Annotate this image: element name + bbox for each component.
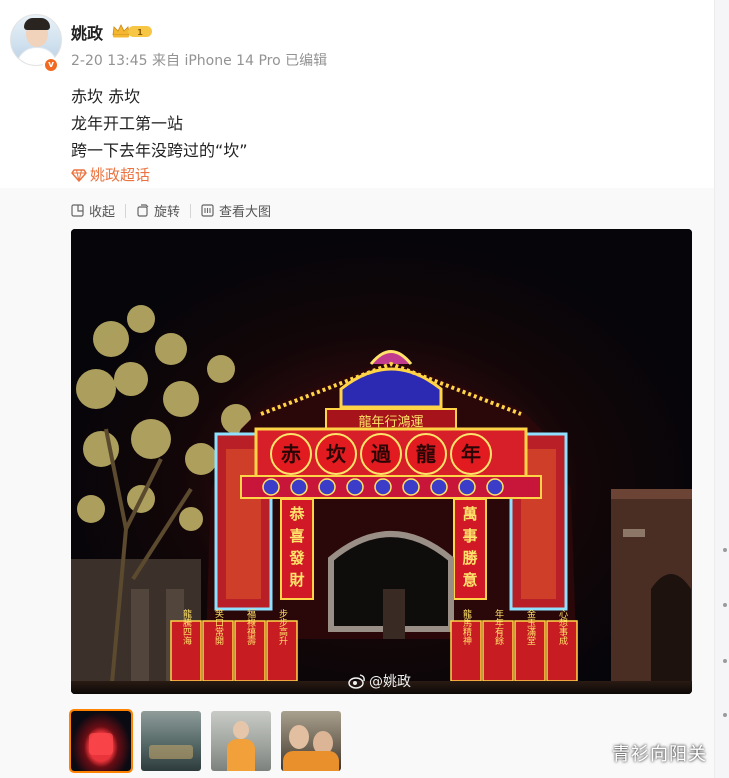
thumbnail-shape — [149, 745, 193, 759]
corner-watermark-text: 青衫向阳关 — [612, 744, 707, 765]
watermark-text: @姚政 — [369, 674, 411, 690]
post-text-line-2: 龙年开工第一站 — [71, 114, 184, 133]
sign-left-char-2: 喜 — [289, 527, 304, 545]
thumbnail-person-body — [227, 739, 255, 771]
view-large-button[interactable]: 查看大图 — [201, 201, 271, 220]
view-large-label: 查看大图 — [219, 205, 272, 220]
photo-watermark: @姚政 — [348, 671, 411, 691]
scroll-marker — [723, 713, 727, 717]
post-photo[interactable]: 龍年行鴻運 赤 坎 過 龍 年 恭 喜 發 財 萬 事 勝 意 龍騰四海 笑口常… — [71, 229, 692, 694]
post-text-line-3: 跨一下去年没跨过的“坎” — [71, 141, 248, 160]
sign-main-char-5: 年 — [461, 442, 481, 466]
thumbnail-person-head — [289, 725, 309, 749]
collapse-label: 收起 — [89, 205, 116, 220]
panel-left-2: 笑口常開 — [213, 608, 224, 646]
night-gate-illustration: 龍年行鴻運 赤 坎 過 龍 年 恭 喜 發 財 萬 事 勝 意 龍騰四海 笑口常… — [71, 229, 692, 694]
sign-right-char-3: 勝 — [462, 549, 478, 567]
panel-left-1: 龍騰四海 — [181, 608, 192, 646]
thumbnail-gate-shape — [89, 733, 113, 755]
view-large-icon — [201, 204, 214, 217]
thumbnail-person-head — [233, 721, 249, 739]
right-scrollbar[interactable] — [714, 0, 729, 778]
scroll-marker — [723, 548, 727, 552]
topic-label: 姚政超话 — [90, 166, 151, 184]
sign-left-char-4: 財 — [288, 571, 304, 589]
panel-right-4: 心想事成 — [557, 609, 568, 646]
sign-main-char-4: 龍 — [416, 442, 436, 466]
toolbar-divider — [190, 203, 192, 218]
avatar-hair — [24, 18, 50, 30]
thumbnail-3[interactable] — [211, 711, 271, 771]
verified-badge-icon: v — [43, 57, 59, 73]
right-building — [611, 489, 692, 694]
toolbar-divider — [125, 203, 127, 218]
rotate-label: 旋转 — [154, 205, 181, 220]
panel-left-3: 福祿禧壽 — [245, 608, 256, 645]
weibo-logo-icon — [348, 674, 365, 689]
post-card: v 姚政 1 2-20 13:45 来自 iPhone 14 Pro 已编辑 赤… — [0, 0, 714, 778]
thumbnail-2[interactable] — [141, 711, 201, 771]
vip-crown-icon[interactable]: 1 — [111, 23, 153, 39]
sign-right-char-1: 萬 — [462, 505, 477, 523]
thumbnail-4[interactable] — [281, 711, 341, 771]
sign-main-char-3: 過 — [371, 442, 392, 466]
sign-main-char-2: 坎 — [326, 442, 347, 466]
scroll-marker — [723, 659, 727, 663]
scroll-marker — [723, 603, 727, 607]
sign-left-char-3: 發 — [288, 549, 305, 567]
author-name[interactable]: 姚政 — [71, 20, 103, 44]
panel-left-4: 步步高升 — [277, 609, 288, 646]
thumbnail-shirts — [283, 751, 339, 771]
panel-right-1: 龍馬精神 — [461, 608, 472, 646]
media-toolbar: 收起 旋转 查看大图 — [71, 201, 271, 220]
diamond-topic-icon — [71, 168, 87, 182]
collapse-icon — [71, 204, 84, 217]
thumbnail-1[interactable] — [69, 709, 133, 773]
thumbnail-strip — [69, 709, 351, 773]
post-text-line-1: 赤坎 赤坎 — [71, 87, 141, 106]
sign-right-char-2: 事 — [462, 527, 477, 545]
panel-right-3: 金玉滿堂 — [525, 608, 536, 645]
post-meta: 2-20 13:45 来自 iPhone 14 Pro 已编辑 — [71, 53, 328, 69]
panel-right-2: 年年有餘 — [493, 608, 504, 645]
sign-right-char-4: 意 — [462, 571, 477, 589]
collapse-button[interactable]: 收起 — [71, 201, 115, 220]
svg-text:1: 1 — [137, 28, 143, 37]
sign-left-char-1: 恭 — [288, 505, 305, 523]
rotate-icon — [137, 204, 149, 217]
sign-main-char-1: 赤 — [281, 442, 301, 466]
topic-link[interactable]: 姚政超话 — [71, 164, 150, 185]
rotate-button[interactable]: 旋转 — [136, 201, 180, 220]
